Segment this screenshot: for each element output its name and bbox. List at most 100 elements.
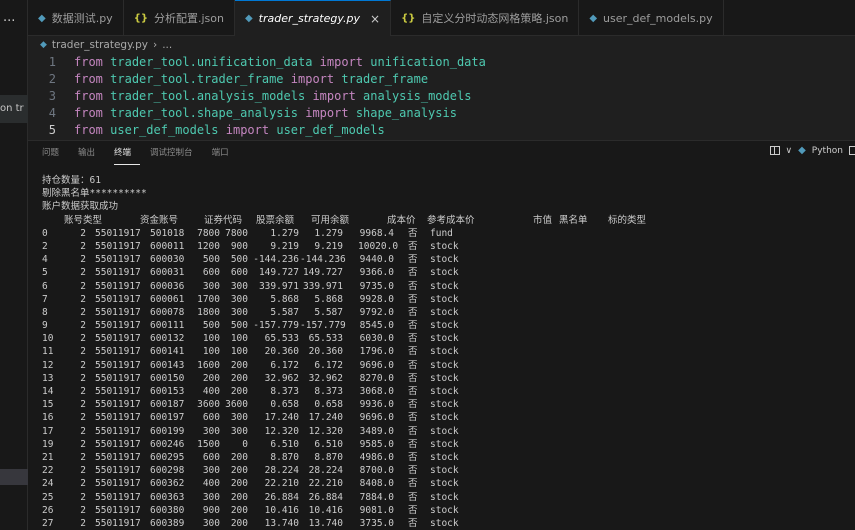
table-cell: 7800 (197, 227, 220, 239)
table-cell: 4 (42, 254, 48, 266)
table-cell: 149.727 (302, 267, 343, 279)
table-cell: 600031 (150, 267, 185, 279)
panel-tab[interactable]: 输出 (78, 141, 104, 165)
top-menu-glyphs: ·· ····· (0, 0, 23, 4)
table-cell: 200 (230, 451, 248, 463)
table-cell: 28.224 (308, 465, 343, 477)
table-cell: 2 (80, 412, 86, 424)
table-cell: 200 (230, 517, 248, 529)
table-cell: 55011917 (95, 333, 141, 345)
table-row: 10 2 55011917 600132 100 100 65.533 65.533 6030.… (42, 332, 702, 345)
table-cell: 200 (230, 491, 248, 503)
table-cell: 300 (202, 425, 220, 437)
table-cell: 8270.0 (359, 372, 394, 384)
editor-tab[interactable]: ◆ 数据测试.py (28, 0, 124, 36)
table-row: 9 2 55011917 600111 500 500 -157.779 -157.779 85… (42, 319, 702, 332)
table-row: 21 2 55011917 600295 600 200 8.870 8.870 4986.0 否… (42, 451, 702, 464)
table-cell: -157.779 (300, 320, 346, 332)
table-cell: 6030.0 (359, 333, 394, 345)
table-cell: 否 (408, 280, 418, 292)
chevron-down-icon[interactable]: ∨ (786, 146, 793, 156)
table-cell: 9585.0 (359, 438, 394, 450)
table-cell: 32.962 (264, 372, 299, 384)
table-cell: 17.240 (308, 412, 343, 424)
table-cell: 55011917 (95, 372, 141, 384)
breadcrumb-file[interactable]: trader_strategy.py (52, 39, 148, 51)
table-cell: 300 (230, 412, 248, 424)
panel-tab[interactable]: 问题 (42, 141, 68, 165)
table-cell: 12.320 (308, 425, 343, 437)
imported-name: analysis_models (363, 89, 472, 103)
table-cell: 300 (230, 425, 248, 437)
table-cell: stock (430, 254, 459, 266)
table-cell: 149.727 (258, 267, 299, 279)
table-cell: 9735.0 (359, 280, 394, 292)
table-cell: 1796.0 (359, 346, 394, 358)
breadcrumb-rest[interactable]: ... (162, 39, 172, 51)
table-row: 25 2 55011917 600363 300 200 26.884 26.884 7884.… (42, 491, 702, 504)
editor-tab[interactable]: {} 自定义分时动态网格策略.json (391, 0, 580, 36)
terminal-line: 持仓数量：61 (42, 175, 101, 186)
code-editor[interactable]: 1 from trader_tool.unification_data impor… (28, 54, 855, 140)
editor-tab[interactable]: ◆ trader_strategy.py × (234, 0, 392, 36)
code-line[interactable]: 3 from trader_tool.analysis_models import… (28, 88, 855, 105)
line-number: 1 (48, 55, 56, 69)
terminal-line: 账户数据获取成功 (42, 201, 119, 213)
table-cell: 55011917 (95, 280, 141, 292)
table-cell: 否 (408, 306, 418, 318)
table-cell: 200 (230, 359, 248, 371)
terminal-language[interactable]: Python (812, 146, 843, 156)
table-cell: 9.219 (270, 240, 299, 252)
table-cell: 2 (80, 359, 86, 371)
code-line[interactable]: 4 from trader_tool.shape_analysis import … (28, 105, 855, 122)
table-cell: stock (430, 280, 459, 292)
table-cell: 9696.0 (359, 412, 394, 424)
table-cell: 否 (408, 293, 418, 305)
table-cell: stock (430, 386, 459, 397)
panel-tab[interactable]: 终端 (114, 141, 141, 165)
code-line[interactable]: 2 from trader_tool.trader_frame import tr… (28, 71, 855, 88)
panel-tab[interactable]: 端口 (212, 141, 238, 165)
table-cell: 55011917 (95, 491, 141, 503)
table-row: 26 2 55011917 600380 900 200 10.416 10.416 9081.… (42, 504, 702, 517)
close-icon[interactable]: × (370, 12, 380, 26)
table-cell: 否 (408, 227, 418, 239)
code-line[interactable]: 5 from user_def_models import user_def_mo… (28, 122, 855, 139)
table-cell: 55011917 (95, 359, 141, 371)
split-terminal-icon[interactable] (769, 146, 780, 155)
editor-tab[interactable]: ◆ user_def_models.py (579, 0, 724, 36)
json-file-icon: {} (133, 12, 148, 24)
table-cell: stock (430, 240, 459, 252)
table-cell: 200 (230, 372, 248, 384)
table-cell: 55011917 (95, 267, 141, 279)
table-row: 4 2 55011917 600030 500 500 -144.236 -144.236 94… (42, 253, 702, 266)
module-name: trader_tool.shape_analysis (110, 106, 298, 120)
table-cell: 9081.0 (359, 504, 394, 516)
table-cell: 2 (80, 491, 86, 503)
code-line[interactable]: 1 from trader_tool.unification_data impor… (28, 54, 855, 71)
panel-tab[interactable]: 调试控制台 (150, 141, 202, 165)
table-cell: 2 (80, 333, 86, 345)
editor-tab-label: 自定义分时动态网格策略.json (421, 12, 569, 25)
table-cell: 3068.0 (359, 386, 394, 397)
editor-tab-label: trader_strategy.py (258, 12, 361, 25)
table-cell: 600143 (150, 359, 185, 371)
keyword-import: import (225, 123, 270, 137)
table-cell: 2 (80, 478, 86, 490)
maximize-panel-icon[interactable] (849, 146, 855, 155)
table-cell: 3600 (225, 399, 248, 411)
explorer-selected-item-2[interactable] (0, 469, 28, 485)
editor-tab[interactable]: {} 分析配置.json (124, 0, 235, 36)
table-row: 14 2 55011917 600153 400 200 8.373 8.373 3068.0 否… (42, 385, 702, 398)
more-ellipsis-icon[interactable]: ··· (3, 14, 15, 29)
table-cell: 2 (80, 438, 86, 450)
table-cell: 55011917 (95, 346, 141, 358)
table-cell: 900 (230, 240, 248, 252)
table-cell: 55011917 (95, 254, 141, 266)
panel-actions: ∨ ◆ Python (769, 145, 855, 156)
terminal-output[interactable]: 持仓数量：61 剔除黑名单********** 账户数据获取成功 账号类型 资金账号 证券… (42, 174, 702, 530)
terminal-table-header: 账号类型 资金账号 证券代码 股票余额 可用余额 成本价 参考成本价 市值 黑名单 标的类型 (42, 214, 702, 227)
